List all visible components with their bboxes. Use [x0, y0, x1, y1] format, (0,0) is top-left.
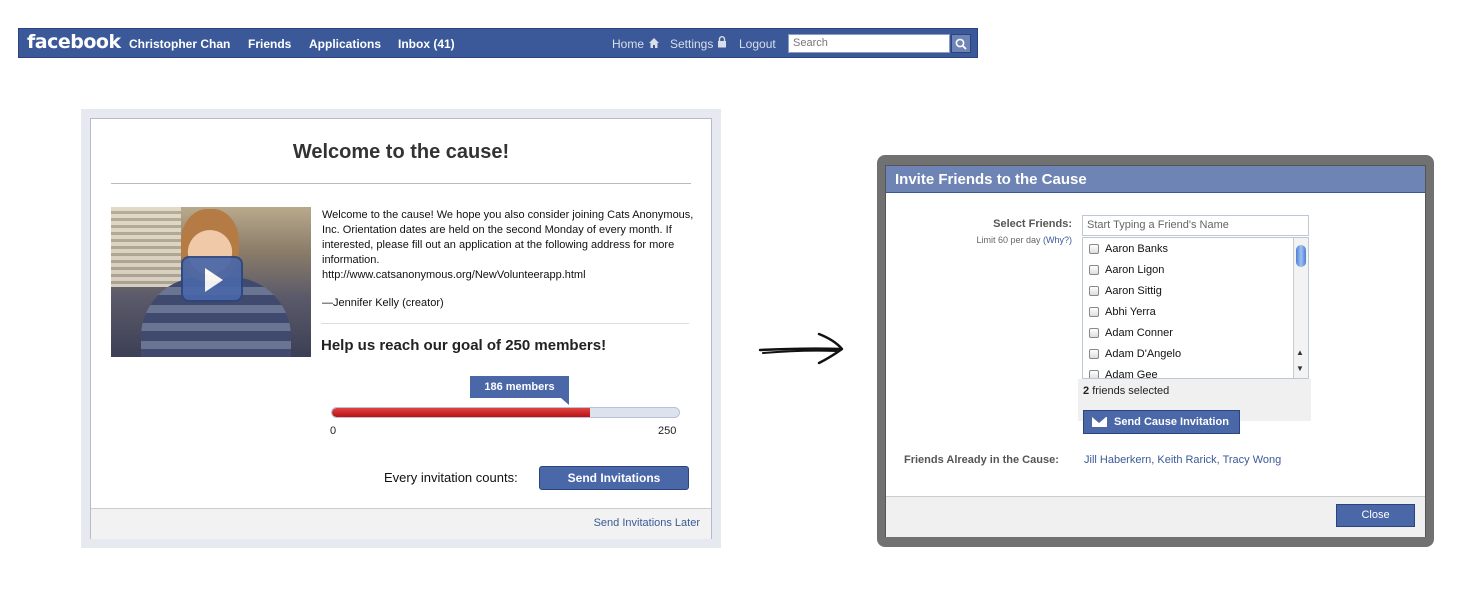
scroll-down-icon[interactable]: ▼: [1296, 364, 1304, 373]
selected-count: 2 friends selected: [1083, 385, 1169, 397]
scroll-up-icon[interactable]: ▲: [1296, 348, 1304, 357]
friend-name: Adam Gee: [1105, 368, 1158, 379]
invite-prompt: Every invitation counts:: [384, 470, 518, 485]
friend-item[interactable]: Aaron Banks: [1083, 238, 1308, 259]
send-invitations-button[interactable]: Send Invitations: [539, 466, 689, 490]
welcome-dialog: Welcome to the cause! Welcome to the cau…: [90, 118, 712, 539]
nav-friends-link[interactable]: Friends: [248, 37, 291, 51]
friend-item[interactable]: Aaron Sittig: [1083, 280, 1308, 301]
lock-icon: [718, 36, 726, 48]
friend-item[interactable]: Adam Gee: [1083, 364, 1308, 379]
why-link[interactable]: (Why?): [1043, 235, 1072, 245]
welcome-title: Welcome to the cause!: [292, 141, 510, 163]
play-icon[interactable]: [181, 256, 243, 302]
creator-signature: —Jennifer Kelly (creator): [322, 297, 444, 309]
scrollbar-thumb[interactable]: [1296, 245, 1306, 267]
description-divider: [321, 323, 689, 324]
selected-count-text: friends selected: [1092, 385, 1170, 397]
nav-applications-link[interactable]: Applications: [309, 37, 381, 51]
member-count-bubble: 186 members: [470, 376, 569, 405]
video-background: [111, 207, 181, 287]
friend-item[interactable]: Aaron Ligon: [1083, 259, 1308, 280]
nav-profile-link[interactable]: Christopher Chan: [129, 37, 230, 51]
friend-item[interactable]: Adam Conner: [1083, 322, 1308, 343]
friend-item[interactable]: Abhi Yerra: [1083, 301, 1308, 322]
home-link[interactable]: Home: [612, 37, 644, 51]
friend-checkbox[interactable]: [1089, 285, 1099, 296]
cause-description: Welcome to the cause! We hope you also c…: [322, 208, 694, 283]
friend-list-scrollbar[interactable]: ▲ ▼: [1293, 238, 1308, 378]
nav-inbox-link[interactable]: Inbox (41): [398, 37, 455, 51]
already-in-cause-names[interactable]: Jill Haberkern, Keith Rarick, Tracy Wong: [1084, 454, 1281, 466]
progress-min-label: 0: [330, 425, 337, 437]
goal-progress-bar: [331, 407, 680, 418]
select-friends-label: Select Friends:: [993, 218, 1072, 230]
daily-limit-note: Limit 60 per day (Why?): [946, 235, 1072, 245]
invite-dialog-footer: Close: [886, 496, 1425, 537]
title-divider: [111, 183, 691, 184]
send-cause-invitation-label: Send Cause Invitation: [1114, 416, 1229, 428]
goal-progress-fill: [332, 408, 591, 417]
invite-dialog: Invite Friends to the Cause Select Frien…: [885, 165, 1426, 537]
friend-name: Aaron Sittig: [1105, 284, 1162, 297]
close-button[interactable]: Close: [1336, 504, 1415, 527]
logout-link[interactable]: Logout: [739, 37, 776, 51]
search-input[interactable]: Search: [788, 34, 950, 53]
friend-name: Adam D'Angelo: [1105, 347, 1182, 360]
friend-name: Abhi Yerra: [1105, 305, 1156, 318]
friend-selector-list[interactable]: Aaron Banks Aaron Ligon Aaron Sittig Abh…: [1082, 237, 1309, 379]
friend-checkbox[interactable]: [1089, 327, 1099, 338]
friend-checkbox[interactable]: [1089, 264, 1099, 275]
settings-link[interactable]: Settings: [670, 37, 713, 51]
welcome-video[interactable]: [111, 207, 311, 357]
friend-item[interactable]: Adam D'Angelo: [1083, 343, 1308, 364]
search-button[interactable]: [951, 34, 971, 53]
facebook-logo[interactable]: facebook: [27, 31, 121, 53]
friend-name: Adam Conner: [1105, 326, 1173, 339]
selected-count-number: 2: [1083, 385, 1090, 397]
welcome-dialog-footer: Send Invitations Later: [91, 508, 711, 539]
friend-checkbox[interactable]: [1089, 348, 1099, 359]
friend-checkbox[interactable]: [1089, 306, 1099, 317]
top-navigation-bar: facebook Christopher Chan Friends Applic…: [18, 28, 978, 58]
friend-name-input[interactable]: Start Typing a Friend's Name: [1082, 215, 1309, 236]
progress-max-label: 250: [658, 425, 677, 437]
send-later-link[interactable]: Send Invitations Later: [594, 517, 700, 529]
friend-checkbox[interactable]: [1089, 369, 1099, 378]
search-icon: [955, 38, 967, 50]
limit-text: Limit 60 per day: [976, 235, 1041, 245]
goal-heading: Help us reach our goal of 250 members!: [321, 337, 607, 354]
send-cause-invitation-button[interactable]: Send Cause Invitation: [1083, 410, 1240, 434]
friend-checkbox[interactable]: [1089, 243, 1099, 254]
description-text: Welcome to the cause! We hope you also c…: [322, 209, 694, 266]
envelope-icon: [1092, 417, 1107, 427]
home-icon[interactable]: [648, 37, 660, 49]
friend-name: Aaron Ligon: [1105, 263, 1165, 276]
invite-dialog-title: Invite Friends to the Cause: [886, 166, 1425, 193]
volunteer-url: http://www.catsanonymous.org/NewVoluntee…: [322, 269, 586, 281]
friend-name: Aaron Banks: [1105, 242, 1168, 255]
flow-arrow-icon: [758, 332, 844, 365]
already-in-cause-label: Friends Already in the Cause:: [904, 454, 1059, 466]
